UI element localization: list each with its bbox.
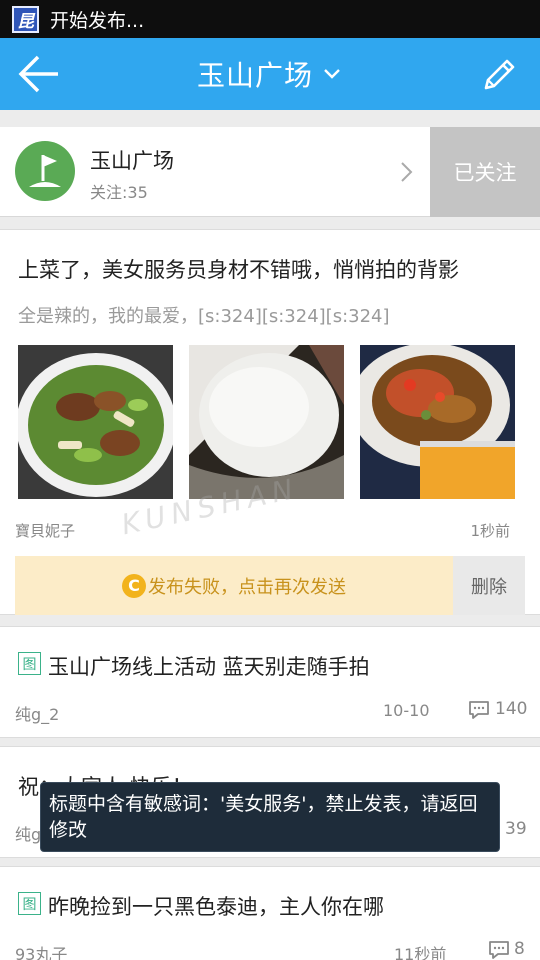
post-title: 玉山广场线上活动 蓝天别走随手拍 [48,655,370,679]
post-time: 1秒前 [470,522,510,540]
status-bar: 昆 开始发布... [0,0,540,38]
comment-icon [489,941,509,959]
retry-send-bar[interactable]: C 发布失败，点击再次发送 [15,556,453,615]
comment-count: 140 [495,699,528,719]
flag-icon [29,155,61,187]
post-time: 11秒前 [394,945,447,960]
post-image-2[interactable] [189,345,344,499]
list-item[interactable]: 图 玉山广场线上活动 蓝天别走随手拍 纯g_2 10-10 140 [0,626,540,738]
forum-avatar [15,141,75,201]
publish-failed-text: 发布失败，点击再次发送 [148,576,346,598]
delete-button[interactable]: 删除 [453,556,525,615]
image-tag-icon: 图 [18,892,41,915]
pending-post-card[interactable]: 上菜了，美女服务员身材不错哦，悄悄拍的背影 全是辣的，我的最爱，[s:324][… [0,229,540,615]
comment-icon [469,701,489,719]
post-title: 上菜了，美女服务员身材不错哦，悄悄拍的背影 [18,258,459,282]
follower-count: 关注:35 [90,183,148,202]
back-arrow-icon[interactable] [14,52,64,96]
app-notification-icon: 昆 [12,5,39,33]
status-text: 开始发布... [50,9,145,32]
page-title: 玉山广场 [196,59,313,92]
compose-pencil-icon[interactable] [478,54,520,96]
comment-count: 8 [514,939,525,959]
forum-info-card[interactable]: 玉山广场 关注:35 已关注 [0,127,540,217]
post-author[interactable]: 寶貝妮子 [15,520,75,541]
sensitive-word-toast: 标题中含有敏感词：'美女服务'，禁止发表，请返回修改 [40,782,500,852]
follow-button[interactable]: 已关注 [430,127,540,217]
comment-count: 39 [505,819,527,839]
post-image-1[interactable] [18,345,173,499]
post-time: 10-10 [383,701,430,720]
post-excerpt: 全是辣的，我的最爱，[s:324][s:324][s:324] [18,306,390,327]
post-author[interactable]: 纯g_2 [15,701,59,725]
chevron-down-icon [324,69,340,79]
header-bar: 玉山广场 [0,38,540,110]
image-tag-icon: 图 [18,652,41,675]
forum-switcher[interactable]: 玉山广场 [0,38,540,110]
retry-icon: C [122,573,146,598]
post-title: 昨晚捡到一只黑色泰迪，主人你在哪 [48,895,384,919]
list-item[interactable]: 图 昨晚捡到一只黑色泰迪，主人你在哪 93丸子 11秒前 8 [0,866,540,960]
forum-name: 玉山广场 [90,149,174,173]
post-author[interactable]: 纯g [15,821,41,845]
post-author[interactable]: 93丸子 [15,941,67,960]
post-image-3[interactable] [360,345,515,499]
chevron-right-icon [401,162,413,182]
